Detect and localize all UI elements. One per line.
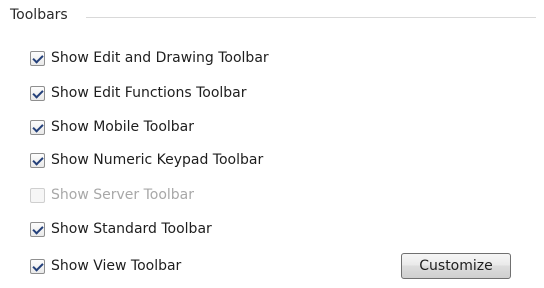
option-label: Show View Toolbar (51, 258, 182, 274)
option-show-standard-toolbar[interactable]: Show Standard Toolbar (30, 219, 212, 239)
option-label: Show Numeric Keypad Toolbar (51, 152, 264, 168)
toolbars-groupbox: Toolbars Show Edit and Drawing Toolbar S… (0, 0, 544, 288)
option-label: Show Server Toolbar (51, 187, 195, 203)
group-divider (86, 17, 536, 18)
option-show-numeric-keypad-toolbar[interactable]: Show Numeric Keypad Toolbar (30, 150, 263, 170)
checkbox[interactable] (30, 119, 45, 135)
checkbox[interactable] (30, 50, 45, 66)
option-show-edit-and-drawing-toolbar[interactable]: Show Edit and Drawing Toolbar (30, 48, 269, 68)
option-show-edit-functions-toolbar[interactable]: Show Edit Functions Toolbar (30, 83, 247, 103)
option-label: Show Mobile Toolbar (51, 119, 195, 135)
option-show-server-toolbar[interactable]: Show Server Toolbar (30, 185, 194, 205)
checkbox[interactable] (30, 85, 45, 101)
customize-button[interactable]: Customize (401, 253, 511, 279)
option-show-mobile-toolbar[interactable]: Show Mobile Toolbar (30, 117, 194, 137)
checkbox[interactable] (30, 187, 45, 203)
checkbox[interactable] (30, 152, 45, 168)
option-show-view-toolbar[interactable]: Show View Toolbar (30, 256, 181, 276)
group-title: Toolbars (10, 7, 68, 23)
checkbox[interactable] (30, 221, 45, 237)
option-label: Show Edit Functions Toolbar (51, 85, 247, 101)
option-label: Show Standard Toolbar (51, 221, 212, 237)
option-label: Show Edit and Drawing Toolbar (51, 50, 269, 66)
checkbox[interactable] (30, 258, 45, 274)
